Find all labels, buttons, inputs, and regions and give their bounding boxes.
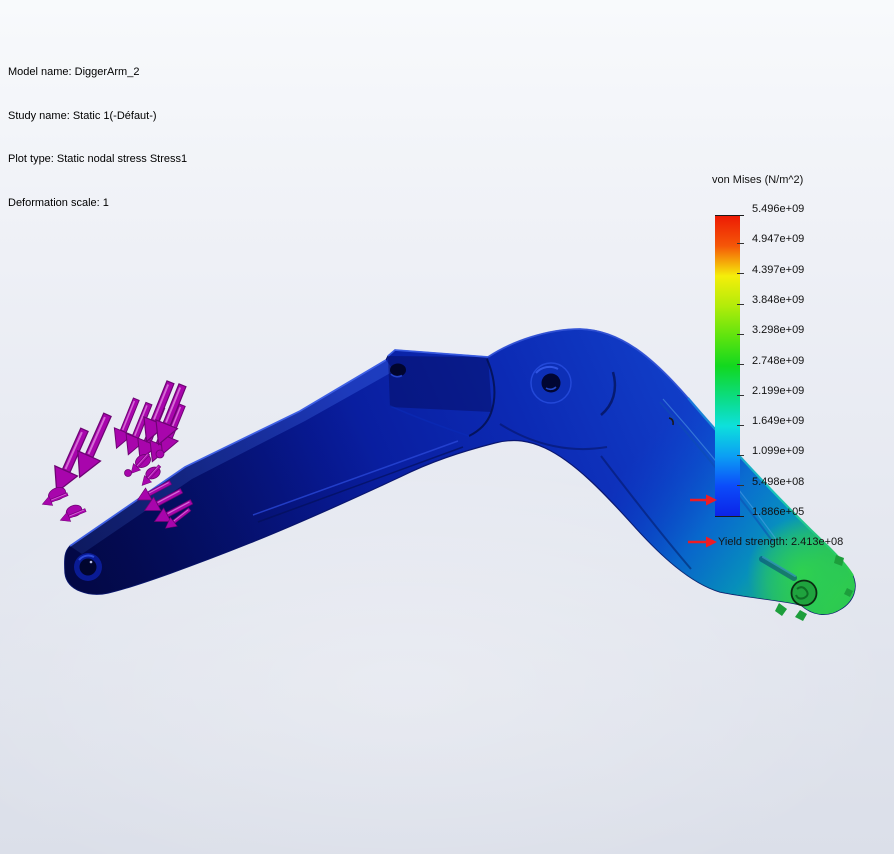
left-pin-boss [74, 553, 102, 581]
load-arrows [40, 378, 195, 533]
force-arrow-pair [45, 410, 118, 497]
simulation-viewport[interactable]: Model name: DiggerArm_2 Study name: Stat… [0, 0, 894, 854]
force-arrow-fan [108, 378, 194, 465]
study-name-line: Study name: Static 1(-Défaut-) [8, 109, 187, 124]
moment-glyphs-left [40, 485, 87, 525]
moment-glyphs-mid [125, 450, 165, 489]
center-pin-boss [531, 363, 571, 403]
plot-annotations: Model name: DiggerArm_2 Study name: Stat… [8, 36, 187, 239]
model-name-line: Model name: DiggerArm_2 [8, 65, 187, 80]
legend-color-bar[interactable] [715, 216, 740, 516]
tip-pin-hole [792, 581, 817, 606]
deformation-scale-line: Deformation scale: 1 [8, 196, 187, 211]
plot-type-line: Plot type: Static nodal stress Stress1 [8, 152, 187, 167]
